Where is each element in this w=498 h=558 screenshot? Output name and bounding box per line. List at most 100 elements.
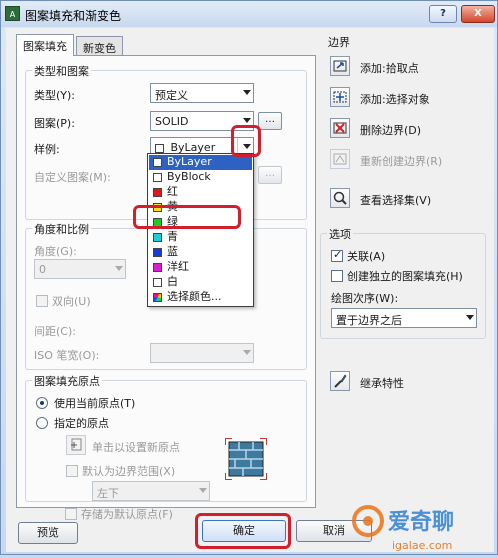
color-option-cyan[interactable]: 青 xyxy=(149,230,252,245)
bylayer-swatch xyxy=(155,143,164,153)
view-selections-button[interactable] xyxy=(330,188,350,208)
color-option-red[interactable]: 红 xyxy=(149,185,252,200)
title-bar[interactable]: A 图案填充和渐变色 ? X xyxy=(1,1,497,27)
color-dropdown-list: ByLayer ByBlock 红 黄 绿 青 蓝 洋红 白 选择颜色... xyxy=(147,153,254,307)
pattern-browse-button[interactable]: … xyxy=(258,112,282,130)
hatch-dialog-window: A 图案填充和渐变色 ? X 图案填充 新变色 类型和图案 类型(Y): 预定义… xyxy=(0,0,498,555)
color-swatch xyxy=(153,158,162,167)
pick-point-icon xyxy=(333,60,347,72)
remove-boundary-icon xyxy=(333,122,347,134)
boundary-title: 边界 xyxy=(328,36,350,49)
close-button[interactable]: X xyxy=(461,5,495,23)
associative-label: 关联(A) xyxy=(347,250,386,263)
inherit-properties-button[interactable] xyxy=(330,371,350,391)
dialog-client: 图案填充 新变色 类型和图案 类型(Y): 预定义 图案(P): SOLID …… xyxy=(6,28,494,552)
chevron-down-icon xyxy=(466,315,474,320)
brush-icon xyxy=(334,374,347,388)
remove-boundary-button[interactable] xyxy=(330,118,350,138)
color-option-label: 青 xyxy=(167,230,178,243)
angle-combo[interactable]: 0 xyxy=(34,259,126,279)
chevron-down-icon xyxy=(243,90,251,95)
swatch-label: 样例: xyxy=(34,143,60,156)
associative-checkbox[interactable] xyxy=(331,248,343,262)
select-objects-icon xyxy=(333,91,347,103)
options-group: 选项 关联(A) 创建独立的图案填充(H) 绘图次序(W): 置于边界之后 xyxy=(320,226,486,339)
recreate-boundary-label: 重新创建边界(R) xyxy=(360,155,443,168)
color-swatch xyxy=(153,263,162,272)
color-option-blue[interactable]: 蓝 xyxy=(149,245,252,260)
draw-order-combo[interactable]: 置于边界之后 xyxy=(331,308,477,328)
highlight-ok-button xyxy=(195,513,291,549)
default-extent-label: 默认为边界范围(X) xyxy=(82,465,176,478)
chevron-down-icon xyxy=(115,266,123,271)
color-option-label: 洋红 xyxy=(167,260,189,273)
type-pattern-title: 类型和图案 xyxy=(32,63,91,79)
highlight-green-option xyxy=(133,205,241,229)
color-option-label: 红 xyxy=(167,185,178,198)
separate-hatches-checkbox[interactable] xyxy=(331,270,343,282)
origin-position-combo[interactable]: 左下 xyxy=(92,481,210,501)
color-swatch xyxy=(153,233,162,242)
add-select-objects-label: 添加:选择对象 xyxy=(360,93,430,106)
magnifier-icon xyxy=(333,191,347,205)
double-checkbox[interactable] xyxy=(36,295,48,307)
color-option-select-color[interactable]: 选择颜色... xyxy=(149,290,252,305)
pattern-label: 图案(P): xyxy=(34,117,75,130)
type-label: 类型(Y): xyxy=(34,89,76,102)
view-selections-label: 查看选择集(V) xyxy=(360,194,432,207)
angle-scale-title: 角度和比例 xyxy=(32,221,91,237)
use-current-origin-label: 使用当前原点(T) xyxy=(54,397,136,410)
add-select-objects-button[interactable] xyxy=(330,87,350,107)
draw-order-label: 绘图次序(W): xyxy=(331,292,399,305)
color-option-byblock[interactable]: ByBlock xyxy=(149,170,252,185)
color-option-label: 蓝 xyxy=(167,245,178,258)
color-option-label: 选择颜色... xyxy=(167,290,222,303)
color-option-label: ByLayer xyxy=(167,155,212,168)
double-label: 双向(U) xyxy=(52,295,91,308)
recreate-boundary-button[interactable] xyxy=(330,149,350,169)
preview-button[interactable]: 预览 xyxy=(18,522,78,544)
iso-pen-width-combo[interactable] xyxy=(150,343,254,363)
use-current-origin-radio[interactable] xyxy=(36,397,48,409)
pattern-value: SOLID xyxy=(155,115,189,128)
specified-origin-label: 指定的原点 xyxy=(54,417,109,430)
autocad-icon: A xyxy=(5,6,20,21)
default-extent-checkbox[interactable] xyxy=(66,465,78,477)
recreate-boundary-icon xyxy=(333,153,347,165)
brick-pattern-icon xyxy=(224,437,268,481)
click-set-origin-label: 单击以设置新原点 xyxy=(92,441,180,454)
window-title: 图案填充和渐变色 xyxy=(25,9,122,23)
specified-origin-radio[interactable] xyxy=(36,417,48,429)
options-title: 选项 xyxy=(327,226,353,242)
inherit-properties-label: 继承特性 xyxy=(360,377,404,390)
custom-pattern-label: 自定义图案(M): xyxy=(34,171,111,184)
color-option-magenta[interactable]: 洋红 xyxy=(149,260,252,275)
tab-gradient[interactable]: 新变色 xyxy=(76,36,123,56)
color-swatch xyxy=(153,248,162,257)
angle-label: 角度(G): xyxy=(34,245,77,258)
chevron-down-icon xyxy=(243,118,251,123)
color-option-label: 白 xyxy=(167,275,178,288)
add-pick-points-label: 添加:拾取点 xyxy=(360,62,419,75)
store-default-checkbox[interactable] xyxy=(65,508,77,520)
custom-browse-button[interactable]: … xyxy=(258,166,282,184)
separate-hatches-label: 创建独立的图案填充(H) xyxy=(347,270,463,283)
add-pick-points-button[interactable] xyxy=(330,56,350,76)
cancel-button[interactable]: 取消 xyxy=(296,520,372,542)
angle-value: 0 xyxy=(39,263,46,276)
color-option-label: ByBlock xyxy=(167,170,211,183)
spacing-label: 间距(C): xyxy=(34,325,76,338)
help-button[interactable]: ? xyxy=(429,5,457,23)
origin-preview-image xyxy=(224,437,268,481)
draw-order-value: 置于边界之后 xyxy=(336,314,402,327)
color-wheel-icon xyxy=(153,293,162,302)
remove-boundary-label: 删除边界(D) xyxy=(360,124,422,137)
color-option-bylayer[interactable]: ByLayer xyxy=(149,155,252,170)
type-combo[interactable]: 预定义 xyxy=(150,83,254,103)
set-origin-button[interactable] xyxy=(66,435,86,455)
chevron-down-icon xyxy=(243,350,251,355)
tab-hatch[interactable]: 图案填充 xyxy=(16,34,74,56)
highlight-swatch-dropdown xyxy=(231,125,261,157)
hatch-origin-title: 图案填充原点 xyxy=(32,373,102,389)
color-option-white[interactable]: 白 xyxy=(149,275,252,290)
